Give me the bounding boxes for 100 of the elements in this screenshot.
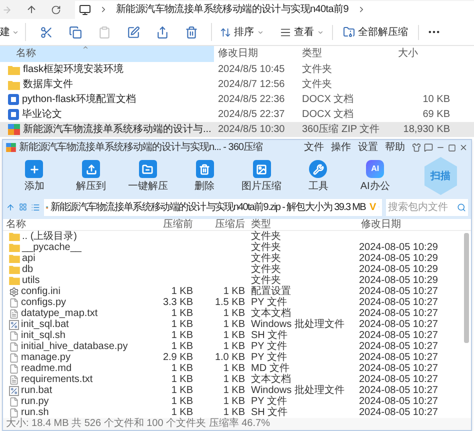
- file-name[interactable]: utils: [22, 275, 40, 286]
- file-name[interactable]: api: [22, 253, 36, 264]
- size-after: 1.5 KB: [214, 297, 246, 308]
- file-type: 文件夹: [250, 242, 282, 253]
- menu-item[interactable]: 设置: [356, 140, 380, 155]
- column-header[interactable]: 压缩前: [153, 219, 197, 231]
- column-header[interactable]: 压缩后: [197, 219, 249, 231]
- file-name[interactable]: manage.py: [21, 352, 70, 363]
- sort-caret-icon: [82, 44, 89, 51]
- path-field[interactable]: 新能源汽车物流接单系统移动端的设计与实现n40ta前9.zip - 解包大小为 39.3 MB V: [44, 198, 382, 216]
- file-type: Windows 批处理文件: [250, 385, 346, 396]
- column-header[interactable]: 类型: [249, 219, 359, 231]
- file-name[interactable]: db: [22, 264, 34, 275]
- file-name[interactable]: init_sql.sh: [21, 330, 66, 341]
- toolbar-button[interactable]: 工具: [296, 160, 340, 192]
- sort-button[interactable]: 排序: [212, 24, 272, 40]
- column-header[interactable]: 修改日期: [359, 219, 471, 231]
- file-row[interactable]: 数据库文件 2024/8/7 12:56 文件夹: [0, 77, 474, 92]
- maximize-icon[interactable]: [448, 144, 456, 152]
- modified-date: 2024-08-05 10:27: [359, 374, 439, 385]
- file-type: PY 文件: [250, 352, 288, 363]
- folder-icon: [9, 254, 20, 263]
- list-view-icon[interactable]: [31, 202, 40, 212]
- menu-item[interactable]: 文件: [302, 140, 326, 155]
- archive-path: 新能源汽车物流接单系统移动端的设计与实现n40ta前9.zip - 解包大小为 39.3 MB: [50, 200, 366, 214]
- file-name[interactable]: readme.md: [21, 363, 72, 374]
- file-name[interactable]: run.bat: [21, 385, 52, 396]
- toolbar-button[interactable]: AI AI办公: [354, 160, 396, 192]
- column-header[interactable]: 名称: [0, 46, 214, 62]
- toolbar-button[interactable]: 解压到: [70, 160, 113, 192]
- feedback-icon[interactable]: [424, 143, 433, 152]
- menu-item[interactable]: 帮助: [383, 140, 407, 155]
- new-button[interactable]: 建: [0, 23, 26, 42]
- file-type: 配置设置: [250, 286, 292, 297]
- file-name[interactable]: .. (上级目录): [22, 231, 77, 242]
- status-bar: 大小: 18.4 MB 共 526 个文件和 100 个文件夹 压缩率 46.7%: [3, 418, 471, 430]
- file-size: 69 KB: [422, 108, 451, 122]
- scrollbar-thumb[interactable]: [464, 233, 469, 343]
- size-before: 1 KB: [170, 319, 194, 330]
- file-name[interactable]: requirements.txt: [21, 374, 93, 385]
- modified-date: 2024-08-05 10:27: [359, 407, 439, 418]
- file-name[interactable]: configs.py: [21, 297, 66, 308]
- search-icon[interactable]: [457, 202, 466, 212]
- thumbnail-view-icon[interactable]: [19, 203, 27, 211]
- file-name[interactable]: __pycache__: [22, 242, 82, 253]
- size-after: 1 KB: [222, 341, 246, 352]
- view-icon: [280, 26, 291, 38]
- computer-icon: [79, 4, 91, 16]
- settings-file-icon: [9, 286, 19, 296]
- column-header[interactable]: 修改日期: [214, 46, 298, 62]
- close-icon[interactable]: [459, 143, 468, 152]
- toolbar-button[interactable]: 添加: [13, 160, 56, 192]
- document-icon: [8, 94, 19, 105]
- script-file-icon: [9, 320, 19, 330]
- file-type: PY 文件: [250, 297, 287, 308]
- file-name[interactable]: config.ini: [21, 286, 60, 297]
- extract-all-button[interactable]: 全部解压缩: [333, 24, 419, 40]
- file-size: 18,930 KB: [402, 123, 451, 137]
- size-after: 1 KB: [222, 374, 246, 385]
- up-icon[interactable]: [6, 202, 15, 212]
- file-name[interactable]: run.sh: [21, 407, 49, 418]
- modified-date: 2024-08-05 10:27: [359, 341, 439, 352]
- toolbar-button[interactable]: 图片压缩: [240, 160, 283, 192]
- file-name[interactable]: initial_hive_database.py: [21, 341, 128, 352]
- file-name[interactable]: run.py: [21, 396, 49, 407]
- up-icon[interactable]: [26, 4, 37, 16]
- refresh-icon[interactable]: [51, 4, 61, 15]
- view-button[interactable]: 查看: [272, 24, 333, 40]
- document-icon: [8, 109, 19, 120]
- size-before: 1 KB: [170, 341, 194, 352]
- vip-label: V: [369, 200, 376, 214]
- column-header[interactable]: 名称: [3, 219, 153, 231]
- file-type: SH 文件: [250, 407, 289, 418]
- file-row[interactable]: 新能源汽车物流接单系统移动端的设计与... 2024/8/5 10:30 360压缩 ZIP 文件 18,930 KB: [0, 122, 474, 137]
- file-icon: [9, 408, 19, 418]
- trash-icon: [184, 26, 198, 39]
- file-icon: [9, 342, 19, 352]
- search-field[interactable]: 搜索包内文件: [386, 198, 468, 216]
- file-name[interactable]: init_sql.bat: [21, 319, 69, 330]
- file-row[interactable]: 毕业论文 2024/8/5 22:37 DOCX 文档 69 KB: [0, 107, 474, 122]
- file-icon: [9, 298, 19, 308]
- column-header[interactable]: 大小: [394, 46, 454, 62]
- rename-icon: [126, 26, 140, 39]
- file-type: DOCX 文档: [301, 108, 355, 122]
- toolbar-button[interactable]: 删除: [183, 160, 226, 192]
- file-row[interactable]: python-flask环境配置文档 2024/8/5 22:36 DOCX 文档 10 KB: [0, 92, 474, 107]
- size-after: 1.0 KB: [214, 352, 246, 363]
- modified-date: 2024/8/7 12:56: [217, 78, 286, 92]
- modified-date: 2024-08-05 10:29: [359, 275, 439, 286]
- toolbar-button[interactable]: 一键解压: [126, 160, 170, 192]
- modified-date: 2024/8/5 22:36: [217, 93, 286, 107]
- address-field[interactable]: 新能源汽车物流接单系统移动端的设计与实现n40ta前9: [75, 0, 474, 19]
- caret-icon: [257, 28, 264, 36]
- file-name[interactable]: datatype_map.txt: [21, 308, 98, 319]
- menu-item[interactable]: 操作: [329, 140, 353, 155]
- file-size: 10 KB: [422, 93, 451, 107]
- column-header[interactable]: 类型: [298, 46, 394, 62]
- file-row[interactable]: flask框架环境安装环境 2024/8/5 10:45 文件夹: [0, 62, 474, 77]
- skin-icon[interactable]: [412, 143, 421, 152]
- file-name: 数据库文件: [23, 78, 73, 92]
